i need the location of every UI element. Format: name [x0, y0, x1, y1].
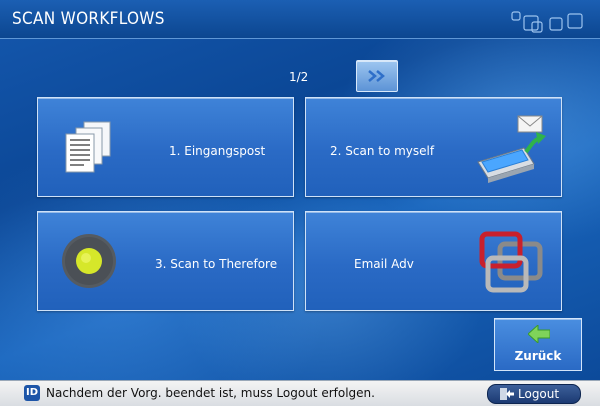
tile-label: Email Adv	[354, 257, 414, 271]
workflow-tile-scan-to-myself[interactable]: 2. Scan to myself	[305, 97, 562, 197]
id-badge-icon: ID	[24, 385, 40, 401]
status-bar: ID Nachdem der Vorg. beendet ist, muss L…	[0, 380, 600, 406]
logout-button[interactable]: Logout	[487, 384, 581, 404]
tile-label: 2. Scan to myself	[330, 144, 435, 158]
page-title: SCAN WORKFLOWS	[12, 9, 165, 29]
tile-label: 1. Eingangspost	[169, 144, 266, 158]
logout-label: Logout	[518, 387, 560, 401]
back-button-label: Zurück	[514, 349, 562, 363]
workflow-tile-scan-to-therefore[interactable]: 3. Scan to Therefore	[37, 211, 294, 311]
logout-icon	[500, 388, 514, 400]
next-page-button[interactable]	[356, 60, 398, 92]
page-indicator: 1/2	[289, 70, 309, 84]
back-button[interactable]: Zurück	[494, 318, 582, 371]
documents-icon	[65, 121, 111, 173]
tile-label: 3. Scan to Therefore	[155, 257, 278, 271]
scanner-email-icon	[477, 115, 546, 183]
arrow-left-icon	[528, 325, 550, 343]
workflow-tile-eingangspost[interactable]: 1. Eingangspost	[37, 97, 294, 197]
header-bar: SCAN WORKFLOWS	[0, 0, 600, 39]
therefore-icon	[62, 234, 116, 288]
status-message: Nachdem der Vorg. beendet ist, muss Logo…	[46, 386, 375, 400]
window-deco-icon	[511, 11, 583, 33]
workflow-tile-email-adv[interactable]: Email Adv	[305, 211, 562, 311]
double-chevron-right-icon	[368, 70, 385, 82]
overlapping-windows-icon	[479, 231, 543, 293]
